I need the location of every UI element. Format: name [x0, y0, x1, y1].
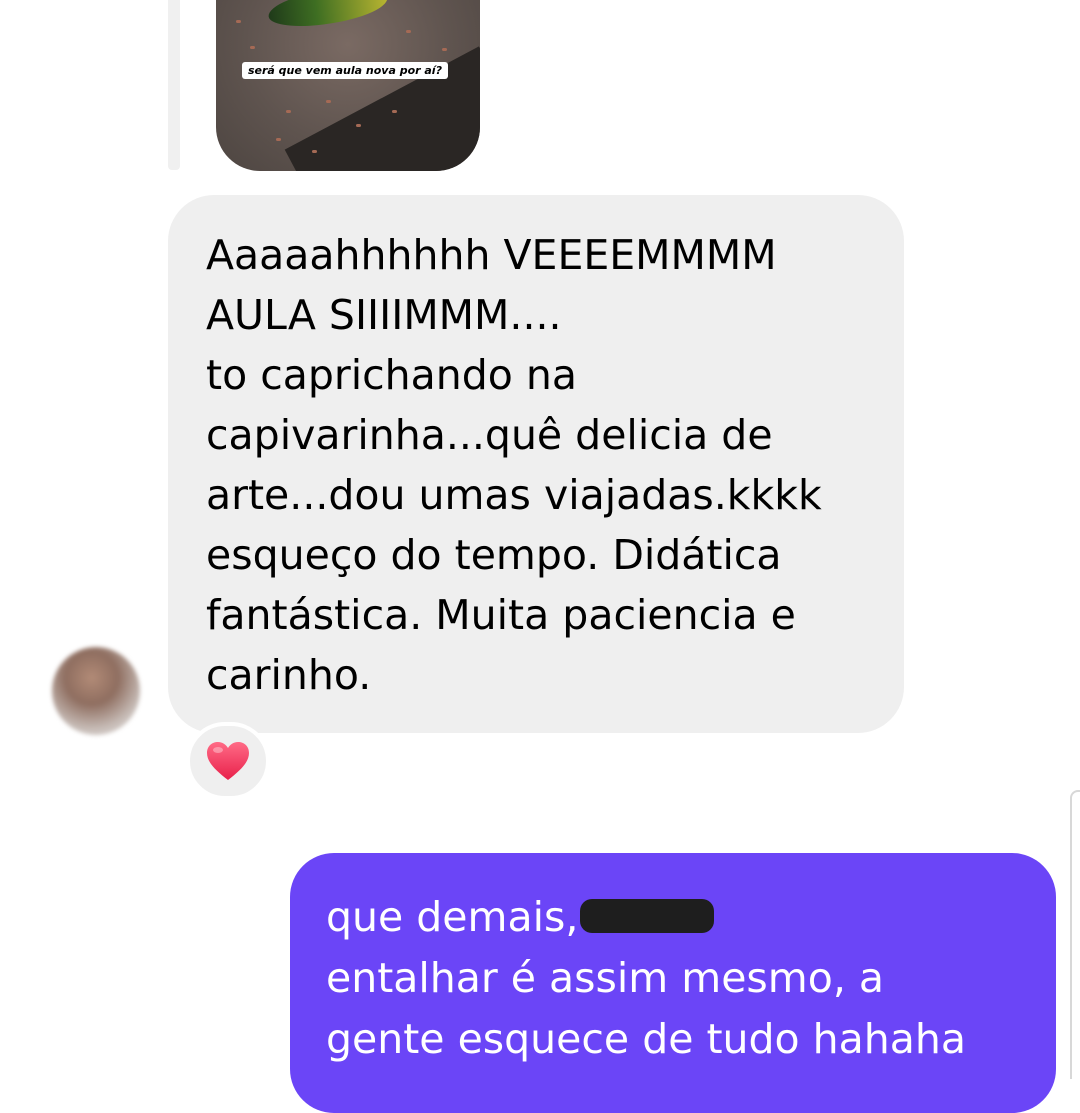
- wood-shaving: [276, 138, 281, 141]
- redacted-name: [580, 899, 715, 933]
- outgoing-message-bubble[interactable]: que demais, entalhar é assim mesmo, a ge…: [290, 853, 1056, 1113]
- wood-shaving: [286, 110, 291, 113]
- wood-shaving: [406, 30, 411, 33]
- story-caption: será que vem aula nova por aí?: [242, 62, 448, 79]
- wood-shaving: [250, 46, 255, 49]
- carved-leaf-image: [266, 0, 390, 31]
- avatar[interactable]: [52, 647, 140, 735]
- wood-shaving: [236, 20, 241, 23]
- story-reply-thumbnail[interactable]: será que vem aula nova por aí?: [216, 0, 480, 171]
- outgoing-line-2: entalhar é assim mesmo, a: [326, 954, 885, 1002]
- outgoing-text-greeting: que demais,: [326, 893, 579, 941]
- reply-indicator-bar: [168, 0, 180, 170]
- heart-icon: [207, 742, 249, 780]
- scroll-indicator[interactable]: [1070, 790, 1080, 1079]
- wood-shaving: [392, 110, 397, 113]
- wood-shaving: [442, 48, 447, 51]
- wood-shaving: [312, 150, 317, 153]
- outgoing-line-1: que demais,: [326, 887, 1020, 948]
- message-reaction[interactable]: [186, 722, 270, 800]
- incoming-message-bubble[interactable]: Aaaaahhhhhh VEEEEMMMM AULA SIIIIMMM.... …: [168, 195, 904, 733]
- outgoing-message-text: que demais, entalhar é assim mesmo, a ge…: [326, 887, 1020, 1070]
- incoming-message-text: Aaaaahhhhhh VEEEEMMMM AULA SIIIIMMM.... …: [206, 231, 822, 699]
- outgoing-line-3: gente esquece de tudo hahaha: [326, 1015, 967, 1063]
- wood-shaving: [356, 124, 361, 127]
- wood-shaving: [326, 100, 331, 103]
